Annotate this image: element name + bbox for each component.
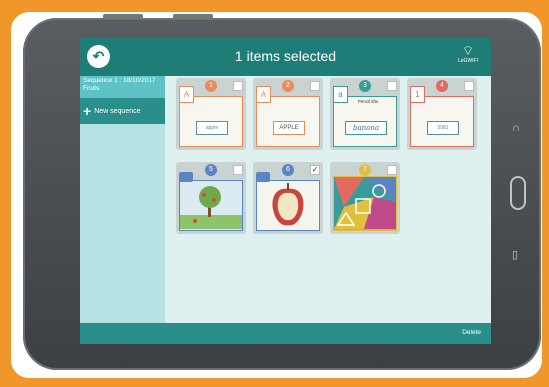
power-button <box>173 14 213 19</box>
tile-frame <box>256 180 320 231</box>
tile-word: APPLE <box>273 121 305 135</box>
tile-checkbox[interactable] <box>310 81 320 91</box>
tile-number: 3 <box>359 80 371 92</box>
sequence-title: Sequence 1 : 18/10/2017 <box>83 77 156 84</box>
home-button[interactable] <box>510 176 526 210</box>
volume-button <box>103 14 143 19</box>
sidebar-item-sequence[interactable]: Sequence 1 : 18/10/2017 Fruits <box>80 76 165 98</box>
tree-illustration <box>180 186 242 229</box>
tile-checkbox-checked[interactable]: ✓ <box>310 165 320 175</box>
letter-badge: A <box>179 86 194 103</box>
wifi-label: LeGWIFI <box>457 58 478 64</box>
back-key-icon: ∩ <box>512 122 520 134</box>
delete-button[interactable]: Delete <box>462 329 481 336</box>
wifi-status: ⌔ LeGWIFI <box>453 43 483 65</box>
bottom-bar: Delete <box>80 323 491 344</box>
apple-illustration <box>272 183 304 226</box>
tile-checkbox[interactable] <box>233 81 243 91</box>
page-title: 1 items selected <box>234 48 337 64</box>
new-sequence-label: New sequence <box>94 107 141 115</box>
recent-apps-icon: ▯ <box>512 249 519 261</box>
tile-number: 1 <box>205 80 217 92</box>
tile-number: 4 <box>436 80 448 92</box>
sequence-subtitle: Fruits <box>83 85 100 92</box>
tile-checkbox[interactable] <box>387 81 397 91</box>
top-bar: ↶ 1 items selected ⌔ LeGWIFI <box>80 38 491 76</box>
letter-badge: a <box>333 86 348 103</box>
sidebar: Sequence 1 : 18/10/2017 Fruits + New sequ… <box>80 76 165 323</box>
tile-number: 5 <box>205 164 217 176</box>
tile-caption: Pencil lifts <box>357 99 379 104</box>
image-badge-icon <box>179 172 193 182</box>
app-screen: ↶ 1 items selected ⌔ LeGWIFI Sequence 1 … <box>80 38 491 344</box>
tile-number: 6 <box>282 164 294 176</box>
activity-tile-4[interactable]: 1 4 5981 <box>407 78 477 150</box>
tile-checkbox[interactable] <box>233 165 243 175</box>
plus-icon: + <box>83 103 92 119</box>
tile-word: 5981 <box>427 121 459 135</box>
shapes-puzzle-illustration <box>334 177 396 229</box>
tile-frame <box>333 176 397 231</box>
image-badge-icon <box>256 172 270 182</box>
tile-number: 7 <box>359 164 371 176</box>
tile-number: 2 <box>282 80 294 92</box>
tile-checkbox[interactable] <box>387 165 397 175</box>
activity-tile-1[interactable]: A 1 apple <box>176 78 246 150</box>
letter-badge: 1 <box>410 86 425 103</box>
activity-tile-2[interactable]: A 2 APPLE <box>253 78 323 150</box>
activity-tile-5[interactable]: 5 <box>176 162 246 234</box>
activity-tile-7[interactable]: 7 <box>330 162 400 234</box>
letter-badge: A <box>256 86 271 103</box>
tile-word: apple <box>196 121 228 135</box>
new-sequence-button[interactable]: + New sequence <box>80 98 165 124</box>
wifi-icon: ⌔ <box>461 43 475 58</box>
activity-tile-6[interactable]: 6 ✓ <box>253 162 323 234</box>
activity-tile-3[interactable]: a 3 Pencil lifts banana <box>330 78 400 150</box>
tile-word: banana <box>345 121 387 135</box>
tile-checkbox[interactable] <box>464 81 474 91</box>
tile-frame <box>179 180 243 231</box>
